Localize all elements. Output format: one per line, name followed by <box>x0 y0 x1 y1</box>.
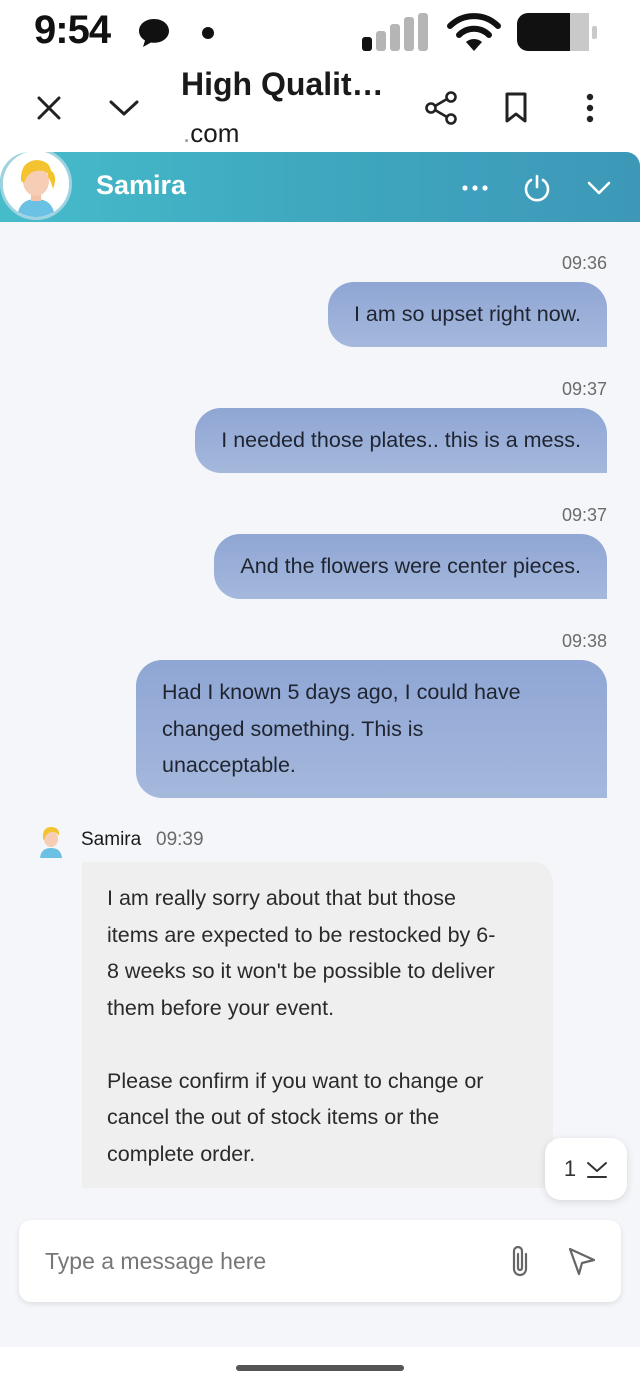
power-icon <box>524 174 550 202</box>
more-options-button[interactable] <box>570 88 610 128</box>
page-title: High Qualit… <box>181 66 384 102</box>
close-button[interactable] <box>29 88 69 128</box>
share-button[interactable] <box>421 88 461 128</box>
battery-icon <box>517 13 597 51</box>
chat-header: Samira <box>0 152 640 222</box>
agent-avatar <box>0 152 72 220</box>
chat-menu-button[interactable] <box>459 172 491 204</box>
url-text: com <box>190 118 240 148</box>
agent-avatar-small-icon <box>40 827 62 858</box>
send-icon <box>568 1247 596 1276</box>
bookmark-button[interactable] <box>496 88 536 128</box>
system-nav-area <box>0 1347 640 1387</box>
more-horizontal-icon <box>462 185 488 191</box>
message-time: 09:36 <box>561 253 607 273</box>
message-time: 09:37 <box>561 379 607 399</box>
bookmark-icon <box>505 92 527 123</box>
chat-transcript[interactable]: 09:36 I am so upset right now. 09:37 I n… <box>0 222 640 1347</box>
minimize-chat-button[interactable] <box>583 172 615 204</box>
signal-icon <box>362 13 428 51</box>
user-message: And the flowers were center pieces. <box>214 534 607 599</box>
user-message: I needed those plates.. this is a mess. <box>195 408 607 473</box>
collapse-button[interactable] <box>104 88 144 128</box>
paperclip-icon <box>512 1245 528 1277</box>
message-time: 09:37 <box>561 505 607 525</box>
attach-button[interactable] <box>503 1244 537 1278</box>
status-time: 9:54 <box>34 8 111 52</box>
agent-message-time: 09:39 <box>156 829 204 850</box>
dot-icon <box>202 27 214 39</box>
send-button[interactable] <box>565 1244 599 1278</box>
agent-avatar-icon <box>3 152 69 217</box>
user-message: I am so upset right now. <box>327 282 607 347</box>
more-vertical-icon <box>586 93 594 123</box>
message-time: 09:38 <box>561 631 607 651</box>
message-composer <box>19 1220 621 1302</box>
chevron-down-icon <box>587 181 611 195</box>
share-icon <box>425 91 457 125</box>
unread-count: 1 <box>563 1156 577 1181</box>
page-url: .com <box>183 118 239 149</box>
home-indicator[interactable] <box>236 1365 404 1371</box>
end-chat-button[interactable] <box>521 172 553 204</box>
scroll-to-latest-button[interactable]: 1 <box>545 1138 627 1200</box>
agent-name: Samira <box>96 170 187 200</box>
wifi-icon <box>447 13 501 51</box>
agent-message: I am really sorry about that but those i… <box>82 862 553 1188</box>
chevron-down-icon <box>109 100 139 116</box>
chat-bubble-icon <box>139 19 169 47</box>
chevron-down-line-icon <box>587 1162 608 1178</box>
browser-toolbar: High Qualit… .com <box>0 64 640 152</box>
message-input[interactable] <box>45 1240 485 1282</box>
close-icon <box>37 96 61 120</box>
user-message: Had I known 5 days ago, I could have cha… <box>136 660 607 798</box>
status-bar: 9:54 <box>0 0 640 64</box>
agent-message-name: Samira <box>81 829 142 850</box>
agent-message-text: I am really sorry about that but those i… <box>107 886 496 1166</box>
